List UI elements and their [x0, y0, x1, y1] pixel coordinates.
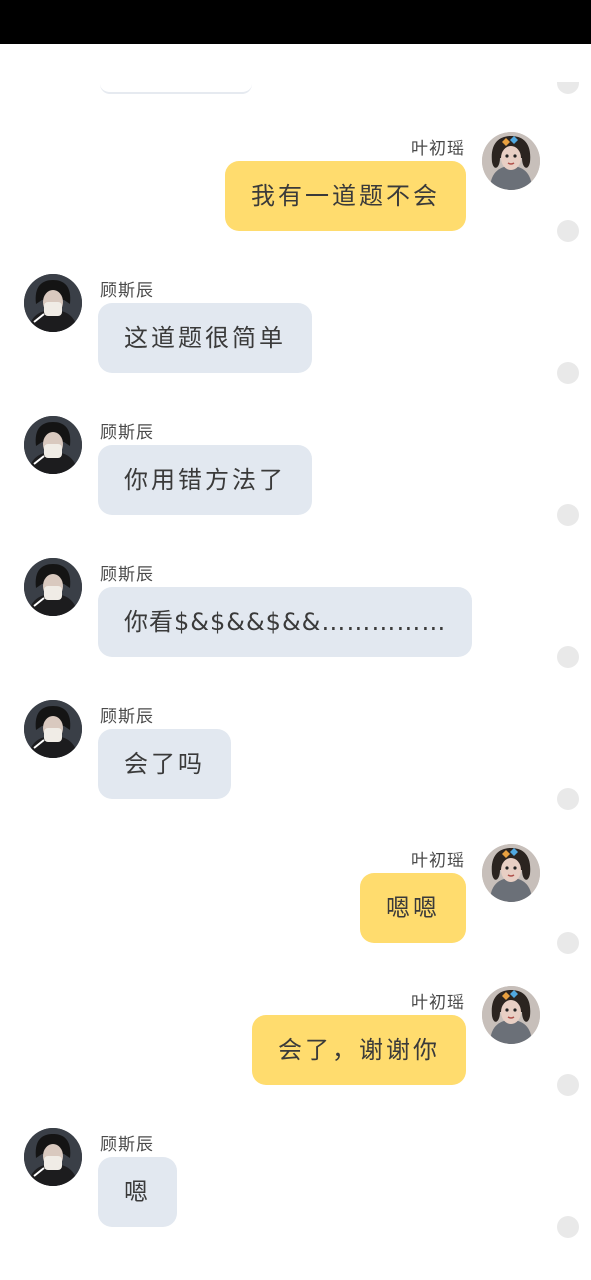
message-select-dot[interactable] [557, 82, 579, 94]
message-select-dot[interactable] [557, 646, 579, 668]
chat-message: 顾斯辰 会了吗 [0, 700, 591, 820]
avatar[interactable] [24, 274, 82, 332]
chat-message: 顾斯辰 这道题很简单 [0, 274, 591, 394]
chat-message: 叶初瑶 嗯嗯 [0, 844, 591, 964]
chat-area[interactable]: 叶初瑶 我有一道题不会 顾斯辰 这道题很简单 顾斯辰 你用错方法了 顾斯辰 你看… [0, 44, 591, 1280]
message-bubble[interactable]: 我有一道题不会 [225, 161, 466, 231]
message-bubble[interactable]: 嗯嗯 [360, 873, 466, 943]
previous-message-bubble [100, 80, 252, 94]
avatar[interactable] [24, 1128, 82, 1186]
message-select-dot[interactable] [557, 1216, 579, 1238]
message-select-dot[interactable] [557, 1074, 579, 1096]
chat-message: 叶初瑶 我有一道题不会 [0, 132, 591, 252]
message-bubble[interactable]: 会了吗 [98, 729, 231, 799]
avatar[interactable] [482, 132, 540, 190]
sender-name: 顾斯辰 [100, 281, 154, 301]
sender-name: 顾斯辰 [100, 1135, 154, 1155]
message-select-dot[interactable] [557, 788, 579, 810]
message-bubble[interactable]: 嗯 [98, 1157, 177, 1227]
chat-message: 顾斯辰 嗯 [0, 1128, 591, 1248]
message-bubble[interactable]: 会了，谢谢你 [252, 1015, 466, 1085]
message-select-dot[interactable] [557, 220, 579, 242]
avatar[interactable] [24, 558, 82, 616]
message-bubble[interactable]: 你看$&$&&$&&…………… [98, 587, 473, 657]
sender-name: 叶初瑶 [411, 993, 465, 1013]
avatar[interactable] [24, 416, 82, 474]
avatar[interactable] [24, 700, 82, 758]
sender-name: 叶初瑶 [411, 851, 465, 871]
chat-message: 顾斯辰 你看$&$&&$&&…………… [0, 558, 591, 678]
sender-name: 叶初瑶 [411, 139, 465, 159]
message-select-dot[interactable] [557, 504, 579, 526]
sender-name: 顾斯辰 [100, 423, 154, 443]
chat-message: 叶初瑶 会了，谢谢你 [0, 986, 591, 1106]
avatar[interactable] [482, 844, 540, 902]
avatar[interactable] [482, 986, 540, 1044]
sender-name: 顾斯辰 [100, 707, 154, 727]
message-bubble[interactable]: 你用错方法了 [98, 445, 312, 515]
message-bubble[interactable]: 这道题很简单 [98, 303, 312, 373]
sender-name: 顾斯辰 [100, 565, 154, 585]
chat-message: 顾斯辰 你用错方法了 [0, 416, 591, 536]
message-select-dot[interactable] [557, 932, 579, 954]
message-select-dot[interactable] [557, 362, 579, 384]
status-bar [0, 0, 591, 44]
